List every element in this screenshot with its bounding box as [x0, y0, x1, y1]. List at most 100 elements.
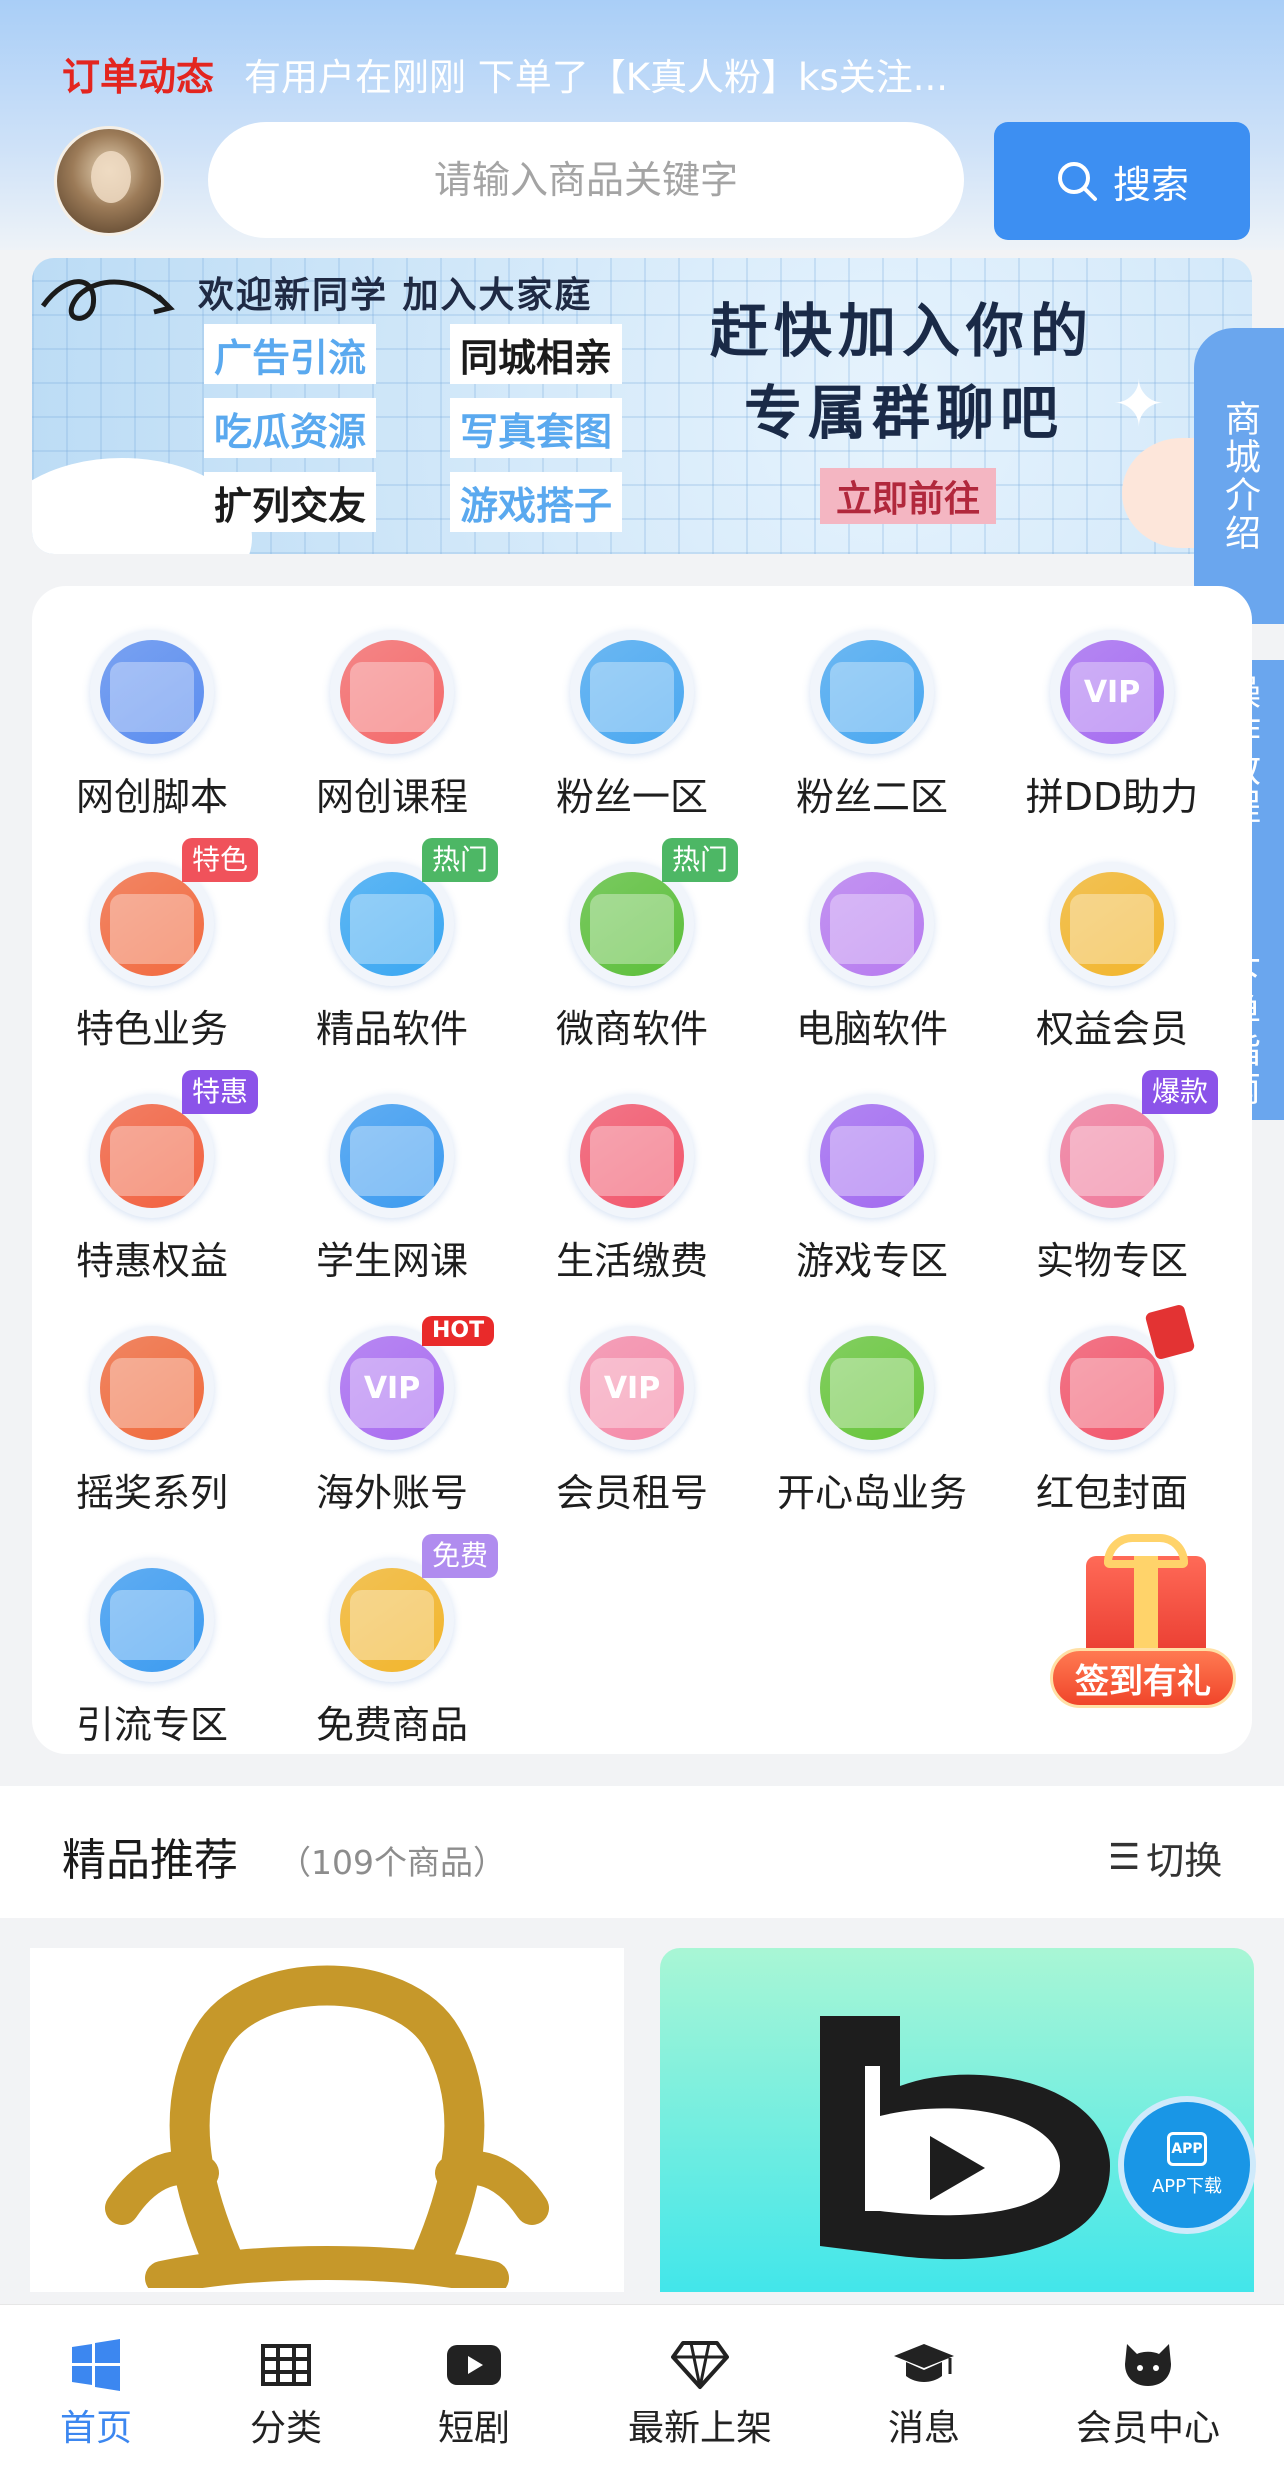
nav-messages[interactable]: 消息	[834, 2335, 1014, 2451]
category-item[interactable]: 精品软件 热门	[272, 838, 512, 1058]
category-item[interactable]: 游戏专区	[752, 1070, 992, 1290]
category-item[interactable]: 网创课程	[272, 606, 512, 826]
nav-new-arrivals[interactable]: 最新上架	[610, 2335, 790, 2451]
category-item[interactable]: 微商软件 热门	[512, 838, 752, 1058]
category-item[interactable]: 网创脚本	[32, 606, 272, 826]
category-label: 会员租号	[555, 1471, 708, 1515]
ticker-text: 有用户在刚刚 下单了【K真人粉】ks关注...	[244, 55, 949, 99]
sign-in-gift[interactable]: 签到有礼	[1046, 1526, 1236, 1716]
search-button-label: 搜索	[1112, 162, 1189, 207]
gamepad-icon	[810, 1094, 934, 1218]
category-badge: 免费	[422, 1534, 499, 1578]
nav-label: 分类	[249, 2408, 322, 2449]
search-input[interactable]	[208, 158, 964, 202]
grid-apps-icon	[90, 1558, 214, 1682]
category-label: 精品软件	[315, 1007, 468, 1051]
nav-label: 首页	[59, 2408, 132, 2449]
banner-tag: 写真套图	[450, 398, 623, 458]
flame-icon	[330, 630, 454, 754]
app-download-label: APP下载	[1151, 2176, 1223, 2197]
recommend-count: （109个商品）	[278, 1843, 506, 1882]
category-item[interactable]: VIP 拼DD助力	[992, 606, 1232, 826]
promo-banner[interactable]: 欢迎新同学 加入大家庭 广告引流 同城相亲 吃瓜资源 写真套图 扩列交友 游戏搭…	[32, 258, 1252, 554]
bottom-nav: 首页 分类 短剧 最新上架 消息 会员中心	[0, 2304, 1284, 2478]
category-item[interactable]: 开心岛业务	[752, 1302, 992, 1522]
category-label: 生活缴费	[555, 1239, 708, 1283]
category-item[interactable]: 特色业务 特色	[32, 838, 272, 1058]
category-badge: HOT	[422, 1316, 495, 1346]
coins-icon	[1050, 862, 1174, 986]
banner-headline: 赶快加入你的	[710, 297, 1095, 365]
recommend-header: 精品推荐 （109个商品） ☰ 切换	[0, 1786, 1284, 1918]
category-label: 开心岛业务	[776, 1471, 967, 1515]
product-card[interactable]	[30, 1948, 624, 2292]
wallet-icon	[570, 1094, 694, 1218]
app-icon: APP	[1167, 2132, 1207, 2166]
side-tab-mall-intro[interactable]: 商城介绍	[1194, 328, 1284, 624]
banner-cta-button[interactable]: 立即前往	[820, 468, 997, 524]
nav-label: 消息	[887, 2408, 960, 2449]
category-item[interactable]: 电脑软件	[752, 838, 992, 1058]
vip-star-icon: VIP	[1050, 630, 1174, 754]
u-bag-icon	[810, 862, 934, 986]
app-download-button[interactable]: APP APP下载	[1118, 2096, 1256, 2234]
ticker-title: 订单动态	[62, 55, 215, 99]
category-item[interactable]: 权益会员	[992, 838, 1232, 1058]
category-label: 网创课程	[315, 775, 468, 819]
nav-member-center[interactable]: 会员中心	[1058, 2335, 1238, 2451]
qq-penguin-icon	[105, 1965, 549, 2288]
diamond-icon	[610, 2335, 790, 2395]
search-button[interactable]: 搜索	[994, 122, 1250, 240]
short-video-logo-icon	[820, 2016, 1110, 2260]
order-ticker[interactable]: 订单动态 有用户在刚刚 下单了【K真人粉】ks关注...	[62, 46, 948, 101]
category-item[interactable]: 特惠权益 特惠	[32, 1070, 272, 1290]
play-icon	[384, 2335, 564, 2395]
category-item[interactable]: VIP 海外账号 HOT	[272, 1302, 512, 1522]
category-item[interactable]: 红包封面	[992, 1302, 1232, 1522]
switch-label: 切换	[1146, 1839, 1223, 1883]
category-item[interactable]: 实物专区 爆款	[992, 1070, 1232, 1290]
category-label: 特色业务	[75, 1007, 228, 1051]
search-icon	[1057, 162, 1097, 201]
category-item[interactable]: VIP 会员租号	[512, 1302, 752, 1522]
nav-category[interactable]: 分类	[196, 2335, 376, 2451]
search-box[interactable]	[208, 122, 964, 238]
avatar[interactable]	[54, 126, 164, 236]
layout-switch-button[interactable]: ☰ 切换	[1108, 1830, 1222, 1885]
banner-welcome: 欢迎新同学 加入大家庭	[198, 275, 593, 316]
category-item[interactable]: 粉丝一区	[512, 606, 752, 826]
nav-label: 会员中心	[1075, 2408, 1220, 2449]
nav-home[interactable]: 首页	[6, 2335, 186, 2451]
category-label: 引流专区	[75, 1703, 228, 1747]
category-grid: 网创脚本 网创课程 粉丝一区 粉丝二区 VIP 拼DD助力特色业务 特色精品软件 热门 微商软件…	[32, 586, 1252, 1754]
nav-label: 最新上架	[627, 2408, 772, 2449]
island-icon	[810, 1326, 934, 1450]
category-label: 免费商品	[315, 1703, 468, 1747]
category-badge: 特惠	[182, 1070, 259, 1114]
swirl-arrow-icon	[40, 279, 175, 321]
nav-short-drama[interactable]: 短剧	[384, 2335, 564, 2451]
people-icon	[810, 630, 934, 754]
category-badge: 爆款	[1142, 1070, 1219, 1114]
category-item[interactable]: 粉丝二区	[752, 606, 992, 826]
cat-icon	[1058, 2335, 1238, 2395]
sign-in-label: 签到有礼	[1050, 1648, 1236, 1708]
category-label: 海外账号	[315, 1471, 468, 1515]
category-label: 电脑软件	[795, 1007, 948, 1051]
category-item[interactable]: 免费商品 免费	[272, 1534, 512, 1754]
nav-label: 短剧	[437, 2408, 510, 2449]
people-icon	[570, 630, 694, 754]
category-label: 拼DD助力	[1025, 775, 1199, 819]
category-label: 特惠权益	[75, 1239, 228, 1283]
category-item[interactable]: 学生网课	[272, 1070, 512, 1290]
category-label: 粉丝一区	[555, 775, 708, 819]
header: 订单动态 有用户在刚刚 下单了【K真人粉】ks关注... 搜索	[0, 0, 1284, 250]
category-label: 红包封面	[1035, 1471, 1188, 1515]
category-item[interactable]: 引流专区	[32, 1534, 272, 1754]
graduation-cap-icon	[834, 2335, 1014, 2395]
category-item[interactable]: 摇奖系列	[32, 1302, 272, 1522]
category-badge: 特色	[182, 838, 259, 882]
banner-tag: 游戏搭子	[450, 472, 623, 532]
category-badge: 热门	[422, 838, 499, 882]
category-item[interactable]: 生活缴费	[512, 1070, 752, 1290]
